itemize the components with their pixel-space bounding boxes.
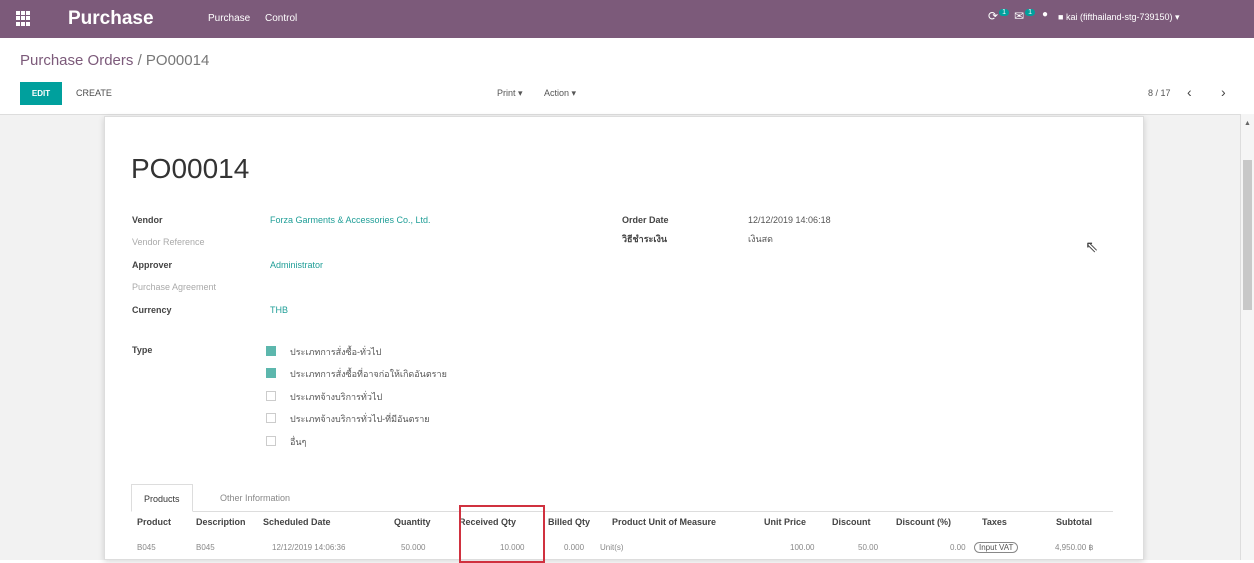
top-navbar: Purchase Purchase Control ⟳ 1 ✉ 1 ● ■ kai …	[0, 0, 1254, 38]
menu-control[interactable]: Control	[265, 13, 297, 24]
purchase-agreement-label: Purchase Agreement	[132, 282, 217, 292]
tax-tag: Input VAT	[974, 542, 1019, 553]
type-checkbox-2[interactable]	[266, 368, 276, 378]
type-option-2: ประเภทการสั่งซื้อที่อาจก่อให้เกิดอันตราย	[290, 369, 447, 379]
create-button[interactable]: CREATE	[76, 88, 112, 98]
vendor-label: Vendor	[132, 215, 163, 225]
order-date-value: 12/12/2019 14:06:18	[748, 215, 831, 225]
column-header-unit-of-measure[interactable]: Product Unit of Measure	[612, 517, 716, 527]
currency-value[interactable]: THB	[270, 305, 288, 315]
type-option-1: ประเภทการสั่งซื้อ-ทั่วไป	[290, 347, 382, 357]
column-header-scheduled-date[interactable]: Scheduled Date	[263, 517, 331, 527]
column-header-taxes[interactable]: Taxes	[982, 517, 1007, 527]
received-qty-highlight-box	[459, 505, 545, 563]
messages-badge: 1	[1025, 9, 1035, 16]
menu-purchase[interactable]: Purchase	[208, 13, 250, 24]
cell-unit-of-measure: Unit(s)	[600, 543, 624, 552]
cell-unit-price: 100.00	[790, 543, 815, 552]
activity-icon[interactable]: ⟳ 1	[988, 9, 1009, 23]
pager-next-icon[interactable]: ›	[1221, 84, 1226, 100]
user-name: kai (fifthailand-stg-739150)	[1065, 12, 1173, 22]
breadcrumb-parent[interactable]: Purchase Orders	[20, 52, 133, 69]
cell-discount-pct: 0.00	[950, 543, 966, 552]
edit-button[interactable]: EDIT	[20, 82, 62, 105]
cell-taxes: Input VAT	[974, 542, 1019, 553]
messages-icon[interactable]: ✉ 1	[1014, 9, 1035, 23]
user-avatar-icon: ■	[1058, 12, 1066, 22]
order-date-label: Order Date	[622, 215, 669, 225]
action-label: Action	[544, 88, 570, 98]
type-checkbox-1[interactable]	[266, 346, 276, 356]
type-checkbox-5[interactable]	[266, 436, 276, 446]
type-checkbox-4[interactable]	[266, 413, 276, 423]
print-dropdown[interactable]: Print ▾	[497, 88, 523, 99]
bug-icon[interactable]: ●	[1042, 9, 1048, 20]
scrollbar[interactable]: ▲	[1240, 114, 1254, 560]
scroll-up-icon[interactable]: ▲	[1244, 120, 1251, 127]
column-header-billed-qty[interactable]: Billed Qty	[548, 517, 590, 527]
type-option-3: ประเภทจ้างบริการทั่วไป	[290, 392, 383, 402]
column-header-unit-price[interactable]: Unit Price	[764, 517, 806, 527]
apps-menu-icon[interactable]	[16, 11, 31, 26]
cell-subtotal: 4,950.00 ฿	[1055, 543, 1094, 552]
caret-down-icon: ▾	[518, 88, 523, 98]
pager-prev-icon[interactable]: ‹	[1187, 84, 1192, 100]
tab-products[interactable]: Products	[131, 484, 193, 512]
cell-billed-qty: 0.000	[564, 543, 585, 552]
type-label: Type	[132, 345, 153, 355]
approver-label: Approver	[132, 260, 173, 270]
column-header-description[interactable]: Description	[196, 517, 246, 527]
tab-other-information[interactable]: Other Information	[208, 484, 302, 512]
column-header-discount-pct[interactable]: Discount (%)	[896, 517, 951, 527]
cell-discount: 50.00	[858, 543, 879, 552]
cell-quantity: 50.000	[401, 543, 426, 552]
cell-scheduled-date: 12/12/2019 14:06:36	[272, 543, 346, 552]
currency-label: Currency	[132, 305, 172, 315]
column-header-product[interactable]: Product	[137, 517, 171, 527]
pager-value[interactable]: 8 / 17	[1148, 88, 1171, 98]
action-dropdown[interactable]: Action ▾	[544, 88, 576, 99]
cell-product: B045	[137, 543, 156, 552]
print-label: Print	[497, 88, 516, 98]
column-header-quantity[interactable]: Quantity	[394, 517, 431, 527]
payment-method-value: เงินสด	[748, 234, 773, 244]
scrollbar-thumb[interactable]	[1243, 160, 1252, 310]
column-header-discount[interactable]: Discount	[832, 517, 871, 527]
type-checkbox-3[interactable]	[266, 391, 276, 401]
breadcrumb: Purchase Orders / PO00014	[20, 52, 209, 69]
po-title: PO00014	[131, 153, 250, 184]
app-title[interactable]: Purchase	[68, 8, 154, 30]
caret-down-icon: ▾	[571, 88, 577, 98]
notebook-tabs: Products Other Information	[131, 484, 1113, 512]
vendor-value[interactable]: Forza Garments & Accessories Co., Ltd.	[270, 215, 431, 225]
breadcrumb-current: PO00014	[145, 52, 210, 69]
breadcrumb-separator: /	[137, 52, 142, 69]
activity-badge: 1	[999, 9, 1009, 16]
type-option-4: ประเภทจ้างบริการทั่วไป-ที่มีอันตราย	[290, 414, 430, 424]
column-header-subtotal[interactable]: Subtotal	[1056, 517, 1092, 527]
user-menu[interactable]: ■ kai (fifthailand-stg-739150) ▾	[1058, 12, 1180, 23]
type-option-5: อื่นๆ	[290, 437, 307, 447]
cell-description: B045	[196, 543, 215, 552]
mouse-cursor-icon: ⇖	[1085, 239, 1099, 256]
vendor-reference-label: Vendor Reference	[132, 237, 205, 247]
payment-method-label: วิธีชำระเงิน	[622, 234, 667, 244]
approver-value[interactable]: Administrator	[270, 260, 323, 270]
